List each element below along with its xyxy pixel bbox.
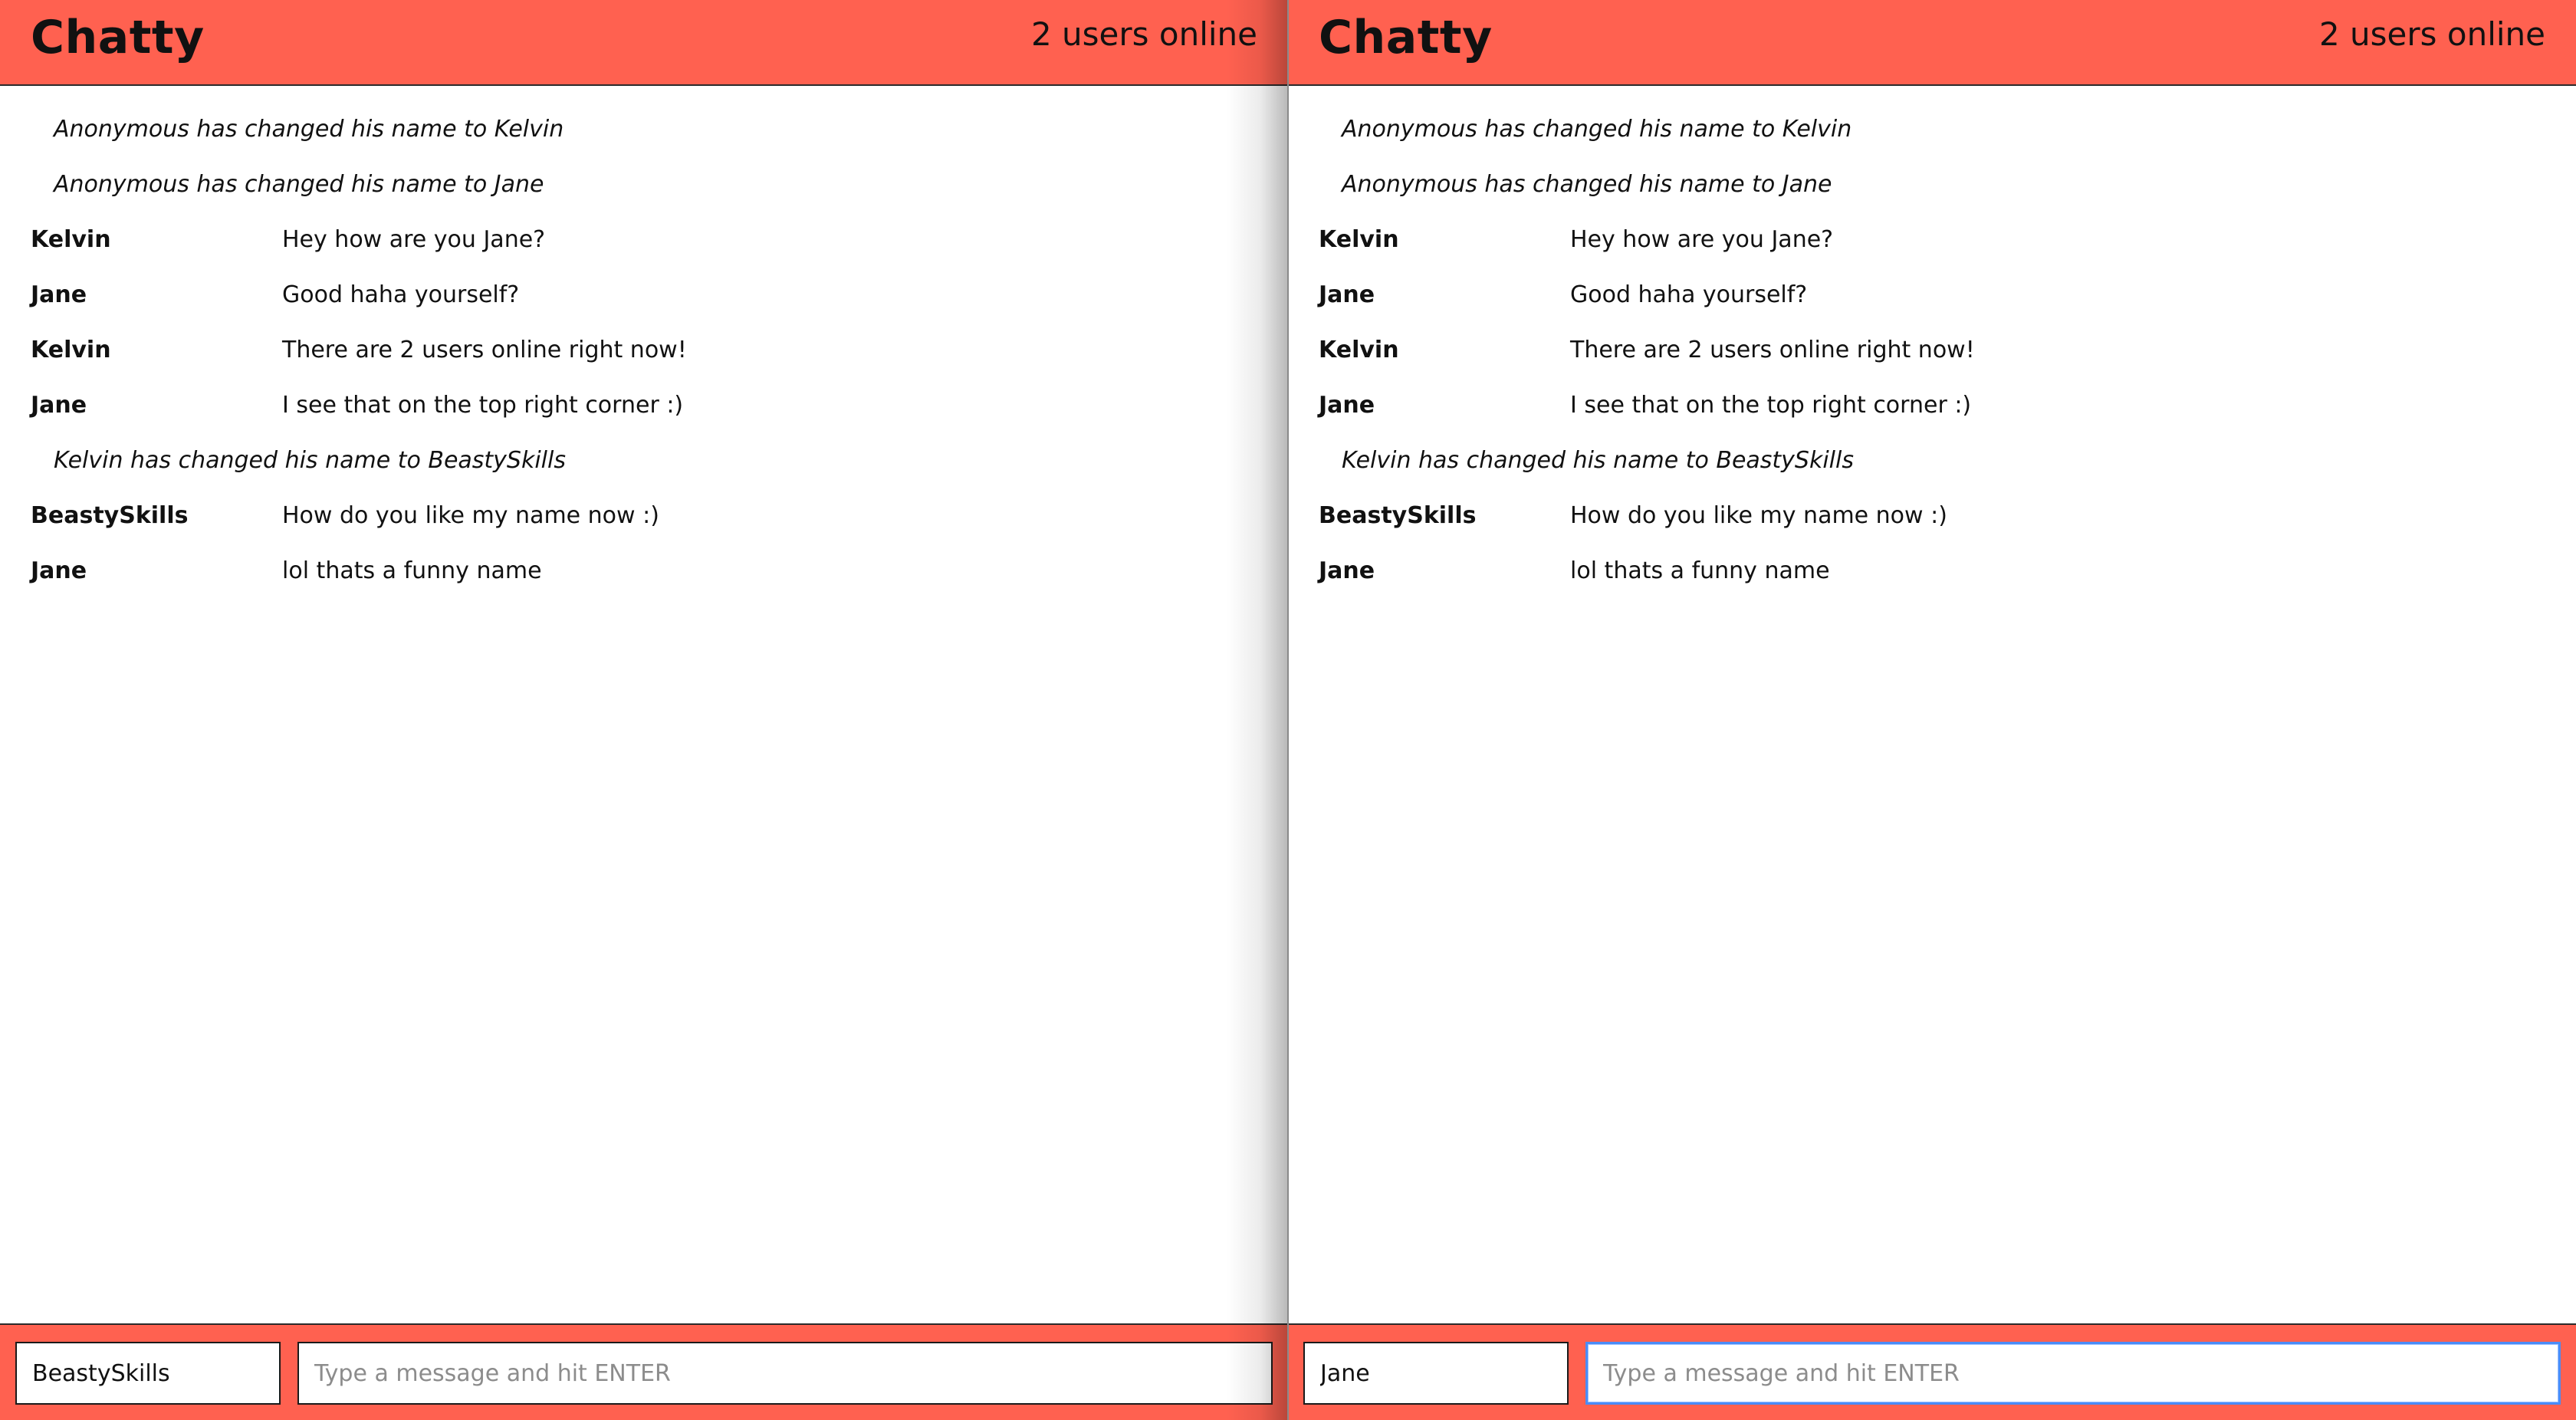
message-username: Kelvin (31, 336, 111, 363)
chat-message: Kelvin Hey how are you Jane? (1288, 212, 2576, 267)
message-username: Kelvin (31, 225, 111, 253)
chat-message: Jane Good haha yourself? (0, 267, 1288, 322)
username-input[interactable] (15, 1342, 281, 1405)
chat-message: Jane lol thats a funny name (0, 543, 1288, 598)
brand-logo[interactable]: Chatty (31, 11, 205, 64)
message-username: Jane (31, 281, 87, 308)
users-online-count: 2 users online (2318, 15, 2545, 53)
system-text: Anonymous has changed his name to Jane (1342, 170, 1832, 198)
chat-message: Jane I see that on the top right corner :… (1288, 377, 2576, 432)
system-notification: Kelvin has changed his name to BeastySki… (1288, 432, 2576, 488)
message-content: Good haha yourself? (282, 281, 520, 308)
message-content: Hey how are you Jane? (282, 225, 546, 253)
message-list: Anonymous has changed his name to Kelvin… (0, 101, 1288, 598)
message-username: Jane (1319, 557, 1375, 584)
chat-message: Jane Good haha yourself? (1288, 267, 2576, 322)
message-username: Jane (1319, 281, 1375, 308)
message-content: lol thats a funny name (1570, 557, 1830, 584)
chat-message: Kelvin There are 2 users online right now… (0, 322, 1288, 377)
window-divider (1287, 0, 1289, 1420)
message-content: I see that on the top right corner :) (282, 391, 684, 419)
system-notification: Anonymous has changed his name to Kelvin (0, 101, 1288, 156)
users-online-count: 2 users online (1030, 15, 1257, 53)
system-notification: Anonymous has changed his name to Kelvin (1288, 101, 2576, 156)
chat-message: Kelvin Hey how are you Jane? (0, 212, 1288, 267)
chat-window-left: Chatty 2 users online Anonymous has chan… (0, 0, 1288, 1420)
system-text: Anonymous has changed his name to Kelvin (1342, 115, 1852, 143)
brand-logo[interactable]: Chatty (1319, 11, 1493, 64)
message-content: There are 2 users online right now! (1570, 336, 1975, 363)
message-username: Kelvin (1319, 336, 1399, 363)
message-input[interactable] (297, 1342, 1273, 1405)
message-username: Jane (31, 391, 87, 419)
message-content: Good haha yourself? (1570, 281, 1808, 308)
chat-bar (1288, 1323, 2576, 1420)
chat-message: Jane lol thats a funny name (1288, 543, 2576, 598)
system-text: Anonymous has changed his name to Kelvin (54, 115, 564, 143)
system-notification: Kelvin has changed his name to BeastySki… (0, 432, 1288, 488)
system-notification: Anonymous has changed his name to Jane (1288, 156, 2576, 212)
system-text: Anonymous has changed his name to Jane (54, 170, 544, 198)
chat-bar (0, 1323, 1288, 1420)
message-content: How do you like my name now :) (1570, 501, 1947, 529)
message-username: Jane (1319, 391, 1375, 419)
screen: Chatty 2 users online Anonymous has chan… (0, 0, 2576, 1420)
chat-message: BeastySkills How do you like my name now … (1288, 488, 2576, 543)
message-content: Hey how are you Jane? (1570, 225, 1834, 253)
navbar: Chatty 2 users online (0, 0, 1288, 86)
message-content: How do you like my name now :) (282, 501, 659, 529)
message-content: There are 2 users online right now! (282, 336, 687, 363)
system-notification: Anonymous has changed his name to Jane (0, 156, 1288, 212)
chat-message: BeastySkills How do you like my name now … (0, 488, 1288, 543)
system-text: Kelvin has changed his name to BeastySki… (54, 446, 566, 474)
message-username: BeastySkills (31, 501, 189, 529)
message-content: lol thats a funny name (282, 557, 542, 584)
username-input[interactable] (1303, 1342, 1569, 1405)
chat-window-right: Chatty 2 users online Anonymous has chan… (1288, 0, 2576, 1420)
message-input[interactable] (1585, 1342, 2561, 1405)
message-username: Jane (31, 557, 87, 584)
message-username: Kelvin (1319, 225, 1399, 253)
message-list: Anonymous has changed his name to Kelvin… (1288, 101, 2576, 598)
message-content: I see that on the top right corner :) (1570, 391, 1972, 419)
navbar: Chatty 2 users online (1288, 0, 2576, 86)
chat-message: Kelvin There are 2 users online right now… (1288, 322, 2576, 377)
message-username: BeastySkills (1319, 501, 1477, 529)
system-text: Kelvin has changed his name to BeastySki… (1342, 446, 1854, 474)
chat-message: Jane I see that on the top right corner :… (0, 377, 1288, 432)
